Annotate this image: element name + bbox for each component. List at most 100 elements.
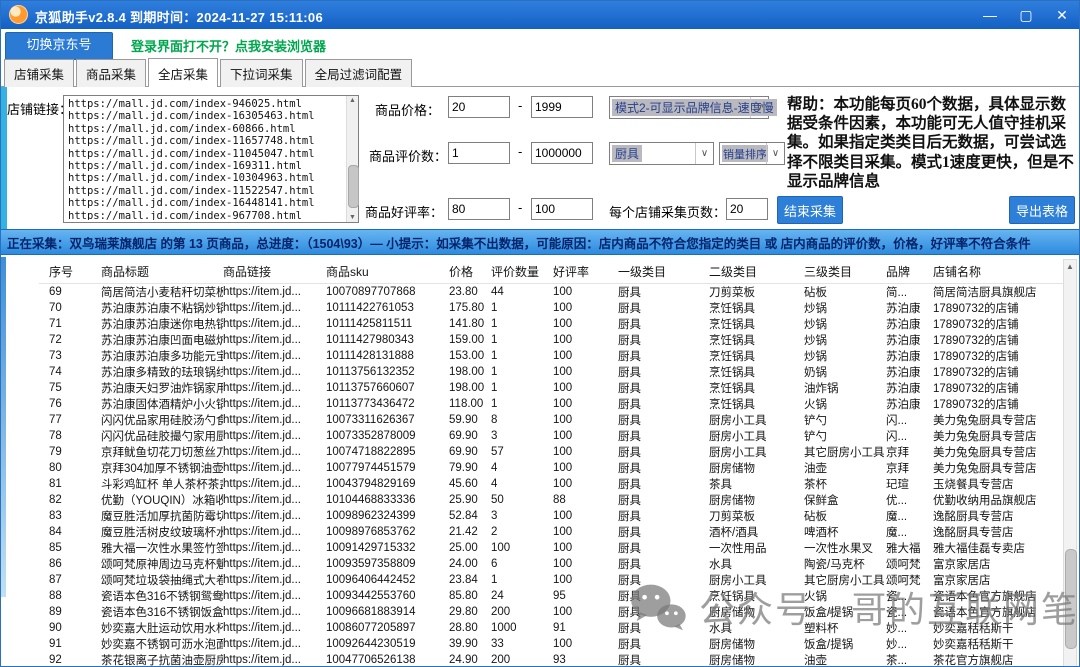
table-row[interactable]: 78闪闪优品硅胶撮勺家用厨...https://item.jd...100733… <box>39 428 1065 444</box>
scroll-thumb[interactable] <box>1065 549 1077 649</box>
chevron-down-icon[interactable]: ∨ <box>766 143 784 164</box>
table-row[interactable]: 91妙奕嘉不锈钢可沥水泡面...https://item.jd...100926… <box>39 636 1065 652</box>
table-body: 69简居简洁小麦秸秆切菜板...https://item.jd...100708… <box>39 284 1065 667</box>
close-button[interactable]: ✕ <box>1053 8 1071 22</box>
price-max-input[interactable] <box>531 96 593 118</box>
column-header[interactable]: 商品标题 <box>101 259 223 284</box>
category-select[interactable]: 厨具 ∨ <box>609 142 714 165</box>
table-row[interactable]: 77闪闪优品家用硅胶汤勺食...https://item.jd...100733… <box>39 412 1065 428</box>
shop-links-box[interactable]: https://mall.jd.com/index-946025.html ht… <box>63 95 359 223</box>
table-cell: https://item.jd... <box>223 348 326 364</box>
table-cell: 厨具 <box>618 428 709 444</box>
scroll-down-icon[interactable]: ▼ <box>347 214 358 221</box>
table-cell: 100 <box>553 428 618 444</box>
table-cell: 4 <box>491 476 553 492</box>
column-header[interactable]: 品牌 <box>886 259 933 284</box>
table-cell: https://item.jd... <box>223 524 326 540</box>
tab-2[interactable]: 全店采集 <box>148 58 218 87</box>
table-cell: 饭盒/提锅 <box>804 604 886 620</box>
table-row[interactable]: 83魔豆胜活加厚抗菌防霉切...https://item.jd...100989… <box>39 508 1065 524</box>
scroll-up-icon[interactable]: ▲ <box>1064 262 1076 271</box>
tab-1[interactable]: 商品采集 <box>76 59 146 87</box>
chevron-down-icon[interactable]: ∨ <box>695 143 713 164</box>
table-cell: 茶具 <box>709 476 804 492</box>
table-row[interactable]: 81斗彩鸡缸杯 单人茶杯茶盏...https://item.jd...10043… <box>39 476 1065 492</box>
scroll-up-icon[interactable]: ▲ <box>347 97 358 104</box>
rate-max-input[interactable] <box>531 198 593 220</box>
table-row[interactable]: 88瓷语本色316不锈钢鸳鸯锅...https://item.jd...1009… <box>39 588 1065 604</box>
column-header[interactable]: 好评率 <box>553 259 618 284</box>
column-header[interactable]: 一级类目 <box>618 259 709 284</box>
column-header[interactable]: 二级类目 <box>709 259 804 284</box>
table-cell: 100 <box>553 332 618 348</box>
tab-3[interactable]: 下拉词采集 <box>220 59 303 87</box>
switch-account-button[interactable]: 切换京东号 <box>5 32 113 60</box>
minimize-button[interactable]: — <box>981 8 999 22</box>
tab-0[interactable]: 店铺采集 <box>4 59 74 87</box>
table-row[interactable]: 76苏泊康固体酒精炉小火锅...https://item.jd...101137… <box>39 396 1065 412</box>
table-row[interactable]: 86颂呵梵原神周边马克杯魈...https://item.jd...100935… <box>39 556 1065 572</box>
table-cell: 厨具 <box>618 460 709 476</box>
pages-input[interactable] <box>726 198 768 220</box>
table-row[interactable]: 75苏泊康天妇罗油炸锅家用...https://item.jd...101137… <box>39 380 1065 396</box>
table-scrollbar[interactable]: ▲ <box>1063 259 1077 667</box>
tab-4[interactable]: 全局过滤词配置 <box>305 59 413 87</box>
column-header[interactable]: 序号 <box>39 259 101 284</box>
table-row[interactable]: 69简居简洁小麦秸秆切菜板...https://item.jd...100708… <box>39 284 1065 301</box>
table-cell: 啤酒杯 <box>804 524 886 540</box>
table-cell: 10073352878009 <box>326 428 449 444</box>
scroll-thumb[interactable] <box>348 165 359 207</box>
table-row[interactable]: 71苏泊康苏泊康迷你电热锅...https://item.jd...101114… <box>39 316 1065 332</box>
install-browser-link[interactable]: 登录界面打不开？点我安装浏览器 <box>131 36 326 55</box>
rate-min-input[interactable] <box>448 198 510 220</box>
table-row[interactable]: 73苏泊康苏泊康多功能元宝...https://item.jd...101114… <box>39 348 1065 364</box>
table-cell: 优勤收纳用品旗舰店 <box>933 492 1065 508</box>
chevron-down-icon[interactable]: ∨ <box>750 97 768 118</box>
table-row[interactable]: 82优勤（YOUQIN）冰箱收纳...https://item.jd...101… <box>39 492 1065 508</box>
table-cell: 饭盒/提锅 <box>804 636 886 652</box>
mode-select[interactable]: 模式2-可显示品牌信息-速度慢 ∨ <box>609 96 769 119</box>
table-cell: 10098976853762 <box>326 524 449 540</box>
table-row[interactable]: 79京拜鱿鱼切花刀切葱丝刀...https://item.jd...100747… <box>39 444 1065 460</box>
sort-select[interactable]: 销量排序 ∨ <box>719 142 785 165</box>
table-cell: 10113773436472 <box>326 396 449 412</box>
table-cell: 82 <box>39 492 101 508</box>
table-cell: 78 <box>39 428 101 444</box>
table-cell: 100 <box>553 540 618 556</box>
column-header[interactable]: 店铺名称 <box>933 259 1065 284</box>
table-cell: 100 <box>553 348 618 364</box>
table-row[interactable]: 72苏泊康苏泊康凹面电磁炉...https://item.jd...101114… <box>39 332 1065 348</box>
table-cell: 24.90 <box>449 652 491 667</box>
table-cell: 69.90 <box>449 444 491 460</box>
table-row[interactable]: 85雅大福一次性水果签竹签...https://item.jd...100914… <box>39 540 1065 556</box>
table-cell: 颂呵梵 <box>886 556 933 572</box>
table-cell: 100 <box>491 540 553 556</box>
table-cell: 优勤（YOUQIN）冰箱收纳... <box>101 492 223 508</box>
table-row[interactable]: 92茶花银离子抗菌油壶厨房...https://item.jd...100477… <box>39 652 1065 667</box>
table-row[interactable]: 74苏泊康多精致的珐琅锅线...https://item.jd...101137… <box>39 364 1065 380</box>
reviews-max-input[interactable] <box>531 142 593 164</box>
table-cell: 100 <box>553 412 618 428</box>
table-cell: 烹饪锅具 <box>709 588 804 604</box>
stop-collect-button[interactable]: 结束采集 <box>777 196 843 224</box>
column-header[interactable]: 商品sku <box>326 259 449 284</box>
shop-links-scrollbar[interactable]: ▲ ▼ <box>346 96 358 222</box>
table-row[interactable]: 80京拜304加厚不锈钢油壶 ...https://item.jd...1007… <box>39 460 1065 476</box>
table-row[interactable]: 89瓷语本色316不锈钢饭盒上...https://item.jd...1009… <box>39 604 1065 620</box>
table-cell: 厨房小工具 <box>709 444 804 460</box>
price-min-input[interactable] <box>448 96 510 118</box>
column-header[interactable]: 价格 <box>449 259 491 284</box>
table-row[interactable]: 90妙奕嘉大肚运动饮用水杯...https://item.jd...100860… <box>39 620 1065 636</box>
export-table-button[interactable]: 导出表格 <box>1009 196 1075 224</box>
column-header[interactable]: 三级类目 <box>804 259 886 284</box>
table-row[interactable]: 87颂呵梵垃圾袋抽绳式大卷...https://item.jd...100964… <box>39 572 1065 588</box>
table-cell: 厨具 <box>618 508 709 524</box>
column-header[interactable]: 商品链接 <box>223 259 326 284</box>
table-row[interactable]: 70苏泊康苏泊康不粘锅炒锅...https://item.jd...101114… <box>39 300 1065 316</box>
table-cell: 苏泊康固体酒精炉小火锅... <box>101 396 223 412</box>
table-cell: 100 <box>553 508 618 524</box>
table-row[interactable]: 84魔豆胜活树皮纹玻璃杯水...https://item.jd...100989… <box>39 524 1065 540</box>
maximize-button[interactable]: ▢ <box>1017 8 1035 22</box>
reviews-min-input[interactable] <box>448 142 510 164</box>
column-header[interactable]: 评价数量 <box>491 259 553 284</box>
